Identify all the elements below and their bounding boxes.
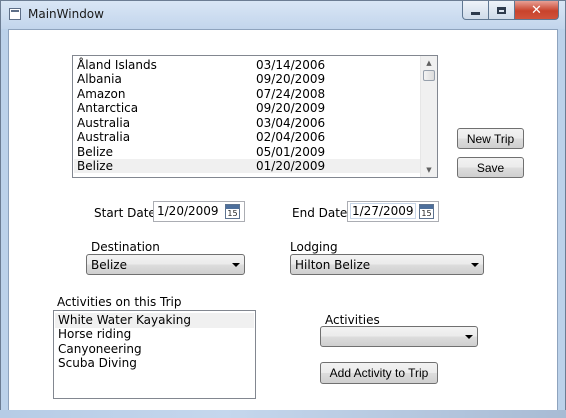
trip-date: 03/04/2006	[256, 116, 326, 130]
trip-date: 09/20/2009	[256, 101, 326, 115]
end-date-label: End Date:	[292, 206, 352, 220]
minimize-button[interactable]	[462, 1, 489, 20]
calendar-icon[interactable]: 15	[225, 204, 240, 219]
trip-destination: Albania	[77, 72, 122, 86]
trip-row[interactable]: Antarctica 09/20/2009	[74, 101, 420, 115]
add-activity-button[interactable]: Add Activity to Trip	[320, 362, 438, 384]
trip-row-selected[interactable]: Belize 01/20/2009	[74, 159, 420, 173]
chevron-down-icon	[465, 335, 473, 339]
close-icon: ✕	[531, 2, 542, 18]
trip-destination: Belize	[77, 159, 113, 173]
window-bottom-border	[0, 410, 566, 418]
activity-name: Scuba Diving	[58, 356, 137, 370]
chevron-down-icon	[471, 263, 479, 267]
scroll-thumb[interactable]	[423, 70, 435, 81]
activities-combobox[interactable]	[320, 326, 478, 347]
scroll-down-icon[interactable]: ▼	[421, 163, 437, 177]
activity-name: Canyoneering	[58, 342, 142, 356]
trip-destination: Belize	[77, 145, 113, 159]
new-trip-button[interactable]: New Trip	[457, 128, 524, 149]
trip-activities-label: Activities on this Trip	[57, 295, 182, 309]
trip-row[interactable]: Belize 05/01/2009	[74, 145, 420, 159]
start-date-label: Start Date:	[94, 206, 160, 220]
trip-destination: Australia	[77, 130, 131, 144]
lodging-label: Lodging	[290, 240, 338, 254]
calendar-icon[interactable]: 15	[419, 204, 434, 219]
start-date-value[interactable]: 1/20/2009	[157, 204, 219, 218]
trip-destination: Antarctica	[77, 101, 139, 115]
trip-date: 09/20/2009	[256, 72, 326, 86]
activity-name: White Water Kayaking	[58, 313, 191, 327]
end-date-picker[interactable]: 1/27/2009 15	[347, 201, 439, 222]
activity-item[interactable]: Canyoneering	[55, 342, 254, 357]
trip-date: 03/14/2006	[256, 58, 326, 72]
lodging-value: Hilton Belize	[295, 258, 371, 272]
trip-row[interactable]: Australia 03/04/2006	[74, 116, 420, 130]
start-date-picker[interactable]: 1/20/2009 15	[153, 201, 245, 222]
trips-listbox[interactable]: Åland Islands 03/14/2006 Albania 09/20/2…	[72, 55, 438, 178]
trip-row[interactable]: Åland Islands 03/14/2006	[74, 58, 420, 72]
activity-item[interactable]: Horse riding	[55, 327, 254, 342]
window-icon[interactable]	[9, 8, 21, 20]
trips-scrollbar[interactable]: ▲ ▼	[420, 56, 437, 177]
activity-item-selected[interactable]: White Water Kayaking	[55, 313, 254, 328]
maximize-button[interactable]	[489, 1, 515, 20]
activity-item[interactable]: Scuba Diving	[55, 356, 254, 371]
activities-label: Activities	[325, 313, 380, 327]
trip-destination: Australia	[77, 116, 131, 130]
lodging-combobox[interactable]: Hilton Belize	[290, 254, 484, 275]
caption-buttons: ✕	[462, 1, 559, 20]
save-button[interactable]: Save	[457, 157, 524, 178]
activity-name: Horse riding	[58, 327, 132, 341]
window-title: MainWindow	[28, 7, 104, 21]
trip-row[interactable]: Amazon 07/24/2008	[74, 87, 420, 101]
destination-label: Destination	[91, 240, 160, 254]
title-bar[interactable]: MainWindow ✕	[1, 1, 565, 29]
minimize-icon	[471, 11, 480, 15]
destination-combobox[interactable]: Belize	[86, 254, 245, 275]
trip-date: 05/01/2009	[256, 145, 326, 159]
trip-date: 02/04/2006	[256, 130, 326, 144]
close-button[interactable]: ✕	[515, 1, 559, 20]
trip-date: 01/20/2009	[256, 159, 326, 173]
trip-row[interactable]: Australia 02/04/2006	[74, 130, 420, 144]
maximize-icon	[497, 6, 506, 14]
chevron-down-icon	[232, 263, 240, 267]
end-date-value[interactable]: 1/27/2009	[350, 203, 416, 219]
trip-activities-listbox[interactable]: White Water Kayaking Horse riding Canyon…	[53, 310, 256, 399]
destination-value: Belize	[91, 258, 127, 272]
trip-destination: Amazon	[77, 87, 126, 101]
scroll-up-icon[interactable]: ▲	[421, 56, 437, 70]
trip-date: 07/24/2008	[256, 87, 326, 101]
trip-row[interactable]: Albania 09/20/2009	[74, 72, 420, 86]
trip-destination: Åland Islands	[77, 58, 157, 72]
